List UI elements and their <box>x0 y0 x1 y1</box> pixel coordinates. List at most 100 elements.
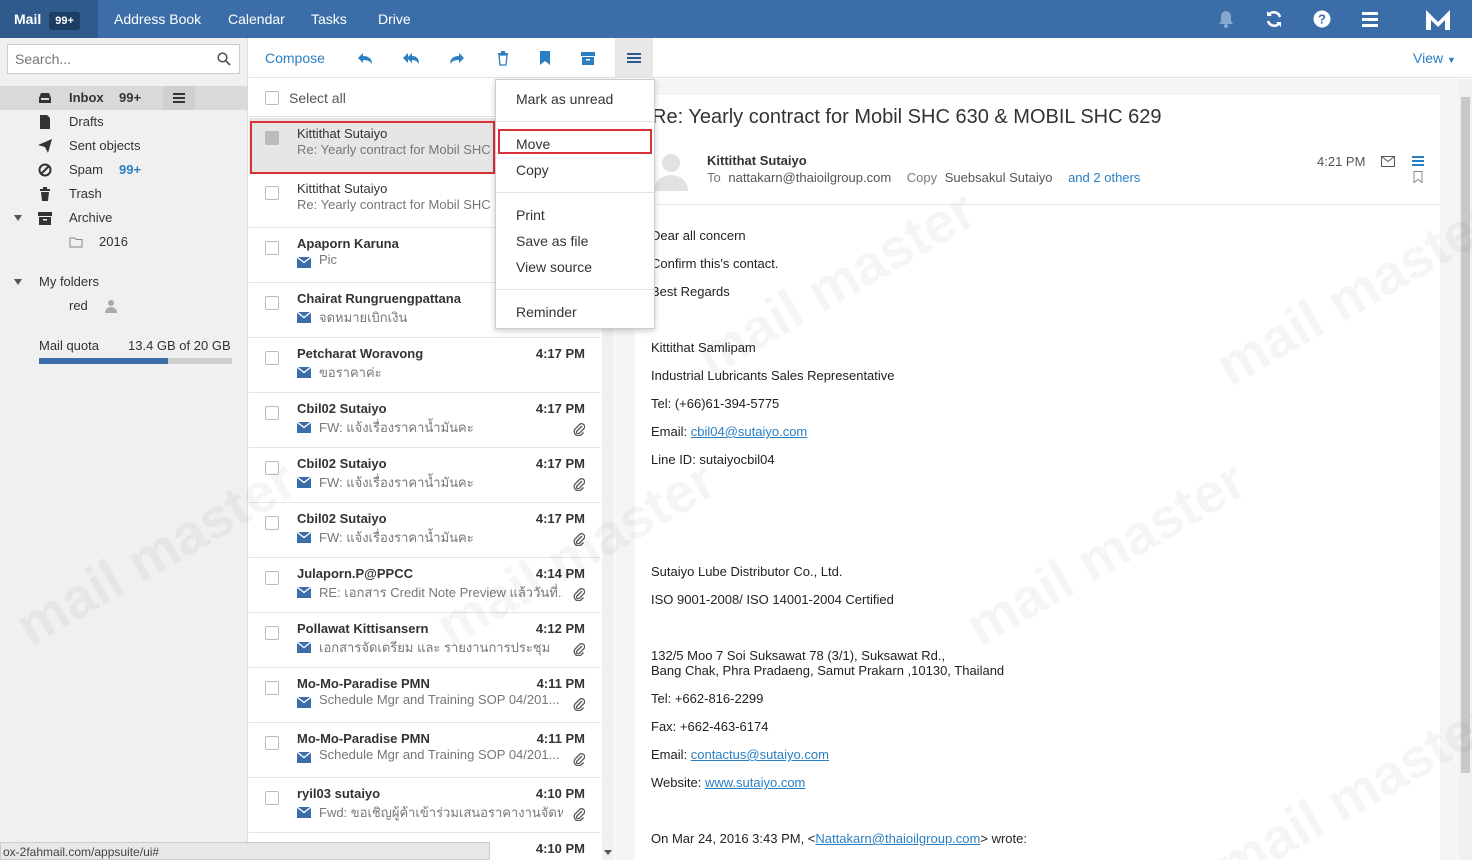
quota-bar <box>39 358 232 364</box>
mail-list-item[interactable]: Julaporn.P@PPCC 4:14 PM RE: เอกสาร Credit … <box>249 558 601 613</box>
envelope-icon[interactable] <box>1381 156 1395 167</box>
help-icon[interactable]: ? <box>1312 9 1332 29</box>
my-folders-section[interactable]: My folders <box>0 270 248 294</box>
mail-checkbox[interactable] <box>265 626 279 640</box>
expand-caret-icon[interactable] <box>14 279 22 285</box>
menu-item-save-as-file[interactable]: Save as file <box>516 233 588 249</box>
message-body-line: Tel: +662-816-2299 <box>651 691 764 706</box>
menu-item-view-source[interactable]: View source <box>516 259 592 275</box>
my-folders-label: My folders <box>39 274 99 289</box>
mail-list-item[interactable]: Pollawat Kittisansern 4:12 PM เอกสารจัดเตร… <box>249 613 601 668</box>
mail-list-item[interactable]: Cbil02 Sutaiyo 4:17 PM FW: แจ้งเรื่องราคาน… <box>249 448 601 503</box>
search-input[interactable] <box>8 45 208 73</box>
mail-checkbox[interactable] <box>265 736 279 750</box>
tab-drive[interactable]: Drive <box>378 0 411 38</box>
folder-archive[interactable]: Archive <box>0 206 248 230</box>
folder-sent-label: Sent objects <box>69 138 141 153</box>
more-recipients-link[interactable]: and 2 others <box>1068 170 1140 185</box>
menu-item-copy[interactable]: Copy <box>516 162 549 178</box>
mail-checkbox[interactable] <box>265 516 279 530</box>
search-icon[interactable] <box>217 52 231 66</box>
message-body-line: Dear all concern <box>651 228 746 243</box>
archive-icon[interactable] <box>580 50 596 66</box>
mail-list-item[interactable]: Mo-Mo-Paradise PMN 4:11 PM Schedule Mgr an… <box>249 668 601 723</box>
menu-item-reminder[interactable]: Reminder <box>516 304 577 320</box>
tab-mail[interactable]: Mail 99+ <box>0 0 98 38</box>
message-menu-icon[interactable] <box>1412 155 1424 167</box>
more-actions-menu: Mark as unread Move Copy Print Save as f… <box>495 79 655 329</box>
folder-icon <box>69 237 83 248</box>
folder-spam[interactable]: Spam 99+ <box>0 158 248 182</box>
folder-drafts[interactable]: Drafts <box>0 110 248 134</box>
message-body-line: ISO 9001-2008/ ISO 14001-2004 Certified <box>651 592 894 607</box>
menu-item-mark-unread[interactable]: Mark as unread <box>516 91 613 107</box>
scrollbar-thumb[interactable] <box>1461 97 1470 773</box>
mail-list-item[interactable]: Cbil02 Sutaiyo 4:17 PM FW: แจ้งเรื่องราคาน… <box>249 393 601 448</box>
reading-pane-scrollbar[interactable] <box>1459 79 1472 860</box>
tab-calendar[interactable]: Calendar <box>228 0 285 38</box>
menu-icon[interactable] <box>1360 9 1380 29</box>
refresh-icon[interactable] <box>1264 9 1284 29</box>
tab-tasks[interactable]: Tasks <box>311 0 347 38</box>
user-icon <box>105 300 117 313</box>
sender-name[interactable]: Kittithat Sutaiyo <box>707 153 807 168</box>
mail-subject: FW: แจ้งเรื่องราคาน้ำมันคะ <box>319 475 474 490</box>
mail-checkbox[interactable] <box>265 571 279 585</box>
paperclip-icon <box>573 808 585 821</box>
mail-checkbox[interactable] <box>265 186 279 200</box>
compose-button[interactable]: Compose <box>265 50 325 66</box>
cc-recipient[interactable]: Suebsakul Sutaiyo <box>945 170 1053 185</box>
folder-sent[interactable]: Sent objects <box>0 134 248 158</box>
mail-checkbox[interactable] <box>265 461 279 475</box>
folder-red[interactable]: red <box>0 294 248 318</box>
mail-subject: เอกสารจัดเตรียม และ รายงานการประชุม <box>319 640 551 655</box>
tab-address-book[interactable]: Address Book <box>114 0 201 38</box>
scroll-down-arrow-icon[interactable] <box>604 850 612 855</box>
view-label: View <box>1413 50 1444 66</box>
mail-checkbox[interactable] <box>265 406 279 420</box>
flag-icon[interactable] <box>537 50 553 66</box>
mail-checkbox[interactable] <box>265 681 279 695</box>
folder-trash[interactable]: Trash <box>0 182 248 206</box>
message-subject: Re: Yearly contract for Mobil SHC 630 & … <box>652 106 1162 128</box>
folder-inbox[interactable]: Inbox 99+ <box>0 86 248 110</box>
mail-list-item[interactable]: ryil03 sutaiyo 4:10 PM Fwd: ขอเชิญผู้ค้าเข… <box>249 778 601 833</box>
mail-checkbox[interactable] <box>265 296 279 310</box>
body-link[interactable]: www.sutaiyo.com <box>705 775 805 790</box>
mail-checkbox[interactable] <box>265 351 279 365</box>
folder-2016[interactable]: 2016 <box>0 230 248 254</box>
bell-icon[interactable] <box>1216 9 1236 29</box>
mail-subject: ขอราคาค่ะ <box>319 365 382 380</box>
mail-list-item[interactable]: Mo-Mo-Paradise PMN 4:11 PM Schedule Mgr an… <box>249 723 601 778</box>
mail-subject: FW: แจ้งเรื่องราคาน้ำมันคะ <box>319 420 474 435</box>
flag-icon[interactable] <box>1413 171 1423 183</box>
body-text: Email: <box>651 424 691 439</box>
delete-icon[interactable] <box>495 50 511 66</box>
forward-icon[interactable] <box>449 50 465 66</box>
body-link[interactable]: Nattakarn@thaioilgroup.com <box>815 831 980 846</box>
reply-icon[interactable] <box>357 50 373 66</box>
folder-options-button[interactable] <box>163 86 195 110</box>
paperclip-icon <box>573 478 585 491</box>
mail-time: 4:11 PM <box>536 676 585 691</box>
more-actions-button[interactable] <box>615 38 653 78</box>
mail-list-item[interactable]: Petcharat Woravong 4:17 PM ขอราคาค่ะ <box>249 338 601 393</box>
body-link[interactable]: contactus@sutaiyo.com <box>691 747 829 762</box>
menu-item-print[interactable]: Print <box>516 207 545 223</box>
mail-checkbox[interactable] <box>265 791 279 805</box>
expand-caret-icon[interactable] <box>14 215 22 221</box>
reply-all-icon[interactable] <box>403 50 419 66</box>
mail-sender: Cbil02 Sutaiyo <box>297 456 387 471</box>
view-dropdown[interactable]: View ▼ <box>1413 50 1456 66</box>
message-body-line: 132/5 Moo 7 Soi Suksawat 78 (3/1), Suksa… <box>651 648 946 663</box>
search-box[interactable] <box>7 44 240 74</box>
mail-checkbox[interactable] <box>265 241 279 255</box>
mail-sender: Apaporn Karuna <box>297 236 399 251</box>
body-link[interactable]: cbil04@sutaiyo.com <box>691 424 808 439</box>
mail-subject: Fwd: ขอเชิญผู้ค้าเข้าร่วมเสนอราคางานจัดห… <box>319 805 563 820</box>
select-all-checkbox[interactable] <box>265 91 279 105</box>
mail-list-item[interactable]: Cbil02 Sutaiyo 4:17 PM FW: แจ้งเรื่องราคาน… <box>249 503 601 558</box>
to-label: To <box>707 170 721 185</box>
mail-time: 4:10 PM <box>535 841 585 856</box>
to-recipient[interactable]: nattakarn@thaioilgroup.com <box>728 170 891 185</box>
